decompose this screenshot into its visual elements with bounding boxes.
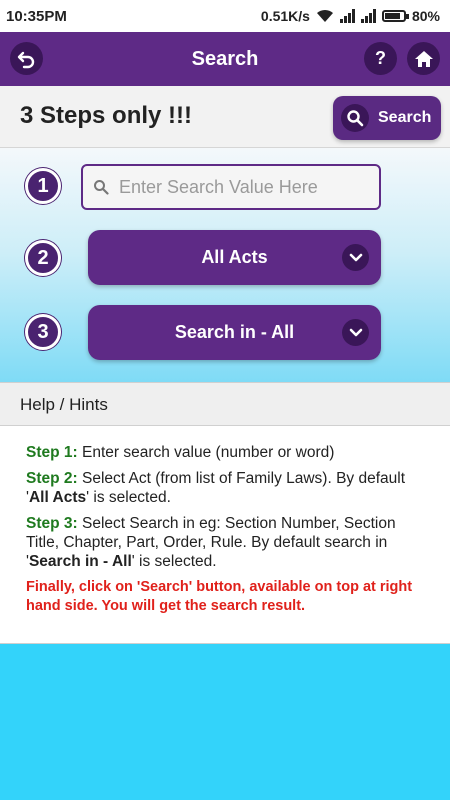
- help-final-note: Finally, click on 'Search' button, avail…: [26, 579, 413, 614]
- signal-icon: [360, 9, 376, 23]
- wifi-icon: [316, 9, 333, 22]
- step-number-3: 3: [25, 314, 61, 350]
- help-header: Help / Hints: [0, 382, 450, 426]
- search-button-label: Search: [378, 109, 432, 126]
- app-header: Search ?: [0, 32, 450, 86]
- home-icon: [414, 50, 433, 67]
- signal-icon: [339, 9, 355, 23]
- battery-level: 80%: [411, 8, 440, 24]
- search-icon: [94, 180, 109, 195]
- status-bar: 10:35PM 0.51K/s 80%: [0, 0, 450, 32]
- step-3-bold: Search in - All: [28, 553, 132, 570]
- battery-icon: [381, 10, 409, 22]
- chevron-down-icon: [342, 244, 369, 271]
- page-title: Search: [191, 47, 259, 70]
- chevron-down-icon: [342, 319, 369, 346]
- act-select-dropdown[interactable]: All Acts: [88, 230, 381, 285]
- home-button[interactable]: [407, 42, 440, 75]
- back-icon: [17, 51, 34, 68]
- status-time: 10:35PM: [6, 7, 67, 25]
- step-3-text-end: ' is selected.: [131, 553, 217, 570]
- steps-panel: 1 2 All Acts 3 Search in - All: [0, 148, 450, 382]
- help-content: Step 1: Enter search value (number or wo…: [0, 426, 450, 644]
- step-number-2: 2: [25, 240, 61, 276]
- search-field[interactable]: [81, 164, 381, 210]
- back-button[interactable]: [10, 42, 43, 75]
- search-icon: [341, 104, 369, 132]
- step-2-bold: All Acts: [28, 489, 87, 506]
- search-button[interactable]: Search: [333, 96, 441, 140]
- help-step-1: Step 1: Enter search value (number or wo…: [26, 443, 426, 462]
- step-3-label: Step 3:: [26, 515, 78, 532]
- act-select-value: All Acts: [201, 247, 268, 267]
- search-input[interactable]: [119, 176, 359, 198]
- network-speed: 0.51K/s: [260, 8, 310, 24]
- steps-title: 3 Steps only !!!: [20, 102, 193, 129]
- help-heading: Help / Hints: [20, 395, 108, 414]
- step-2-text-end: ' is selected.: [86, 489, 171, 506]
- step-1-label: Step 1:: [26, 444, 78, 461]
- step-number-1: 1: [25, 168, 61, 204]
- step-2-label: Step 2:: [26, 470, 78, 487]
- help-step-2: Step 2: Select Act (from list of Family …: [26, 469, 426, 507]
- help-icon: ?: [375, 48, 386, 68]
- help-button[interactable]: ?: [364, 42, 397, 75]
- help-step-3: Step 3: Select Search in eg: Section Num…: [26, 514, 426, 571]
- status-right: 0.51K/s 80%: [261, 8, 440, 24]
- steps-header: 3 Steps only !!! Search: [0, 86, 450, 148]
- search-in-dropdown[interactable]: Search in - All: [88, 305, 381, 360]
- step-1-text: Enter search value (number or word): [82, 444, 335, 461]
- search-in-value: Search in - All: [174, 322, 295, 342]
